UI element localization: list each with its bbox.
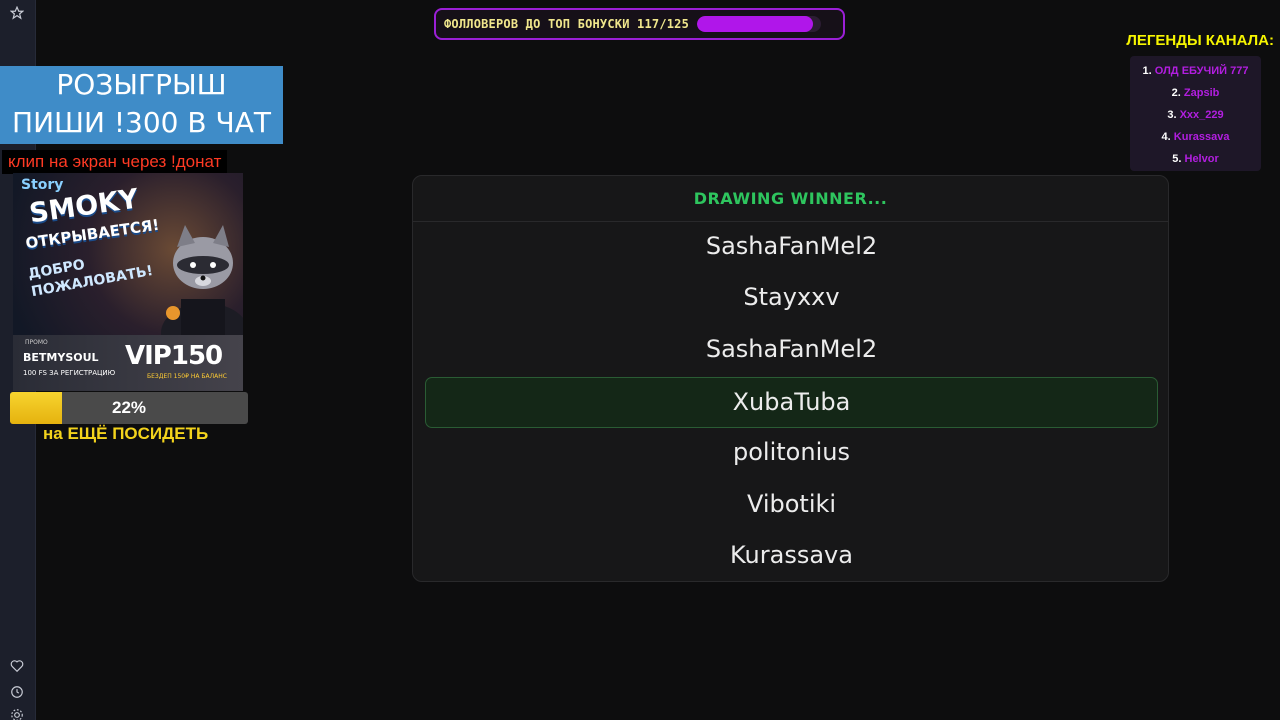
legend-item: 5. Helvor: [1130, 148, 1261, 170]
promo-label: ПРОМО: [25, 339, 48, 346]
legends-title: ЛЕГЕНДЫ КАНАЛА:: [1126, 32, 1274, 49]
winner-entry-selected: XubaTuba: [425, 377, 1158, 428]
follower-progress-track: [697, 16, 822, 32]
winner-entry: Kurassava: [730, 541, 853, 569]
legends-list: 1. ОЛД ЕБУЧИЙ 777 2. Zapsib 3. Xxx_229 4. K…: [1130, 56, 1261, 171]
raccoon-illustration: [161, 225, 243, 353]
winner-draw-panel: DRAWING WINNER... SashaFanMel2 Stayxxv Sas…: [412, 175, 1169, 582]
promo-free-spins: 100 FS ЗА РЕГИСТРАЦИЮ: [23, 369, 116, 377]
promo-code-band: ПРОМО BETMYSOUL 100 FS ЗА РЕГИСТРАЦИЮ VI…: [13, 335, 243, 391]
legend-rank: 3.: [1167, 109, 1177, 121]
giveaway-line-1: РОЗЫГРЫШ: [56, 68, 227, 101]
stay-progress-bar: 22%: [10, 392, 248, 424]
winner-entry: SashaFanMel2: [705, 335, 878, 363]
clip-note: клип на экран через !донат: [2, 150, 228, 174]
legend-rank: 1.: [1142, 65, 1152, 77]
winner-panel-header: DRAWING WINNER...: [413, 176, 1168, 222]
follower-progress-fill: [697, 16, 814, 32]
follower-goal-bar: ФОЛЛОВЕРОВ ДО ТОП БОНУСКИ 117/125: [434, 8, 845, 40]
winner-entry: SashaFanMel2: [705, 232, 878, 260]
winner-entry: politonius: [733, 438, 850, 466]
legend-name: Zapsib: [1183, 87, 1220, 99]
legend-item: 2. Zapsib: [1130, 82, 1261, 104]
legend-name: Kurassava: [1173, 131, 1230, 143]
gear-icon[interactable]: [8, 706, 26, 720]
legend-name: ОЛД ЕБУЧИЙ 777: [1154, 65, 1249, 77]
winner-entry: Vibotiki: [746, 490, 837, 518]
stay-progress-percent: 22%: [111, 398, 147, 417]
legend-rank: 5.: [1172, 153, 1182, 165]
giveaway-banner: РОЗЫГРЫШ ПИШИ !300 В ЧАТ: [0, 66, 283, 144]
legend-item: 4. Kurassava: [1130, 126, 1261, 148]
star-icon[interactable]: [8, 4, 26, 22]
winner-entry: Stayxxv: [743, 283, 840, 311]
legend-name: Helvor: [1184, 153, 1219, 165]
promo-banner: Story SMOKY ОТКРЫВАЕТСЯ! ДОБРО ПОЖАЛОВАТ…: [13, 173, 243, 391]
legend-item: 1. ОЛД ЕБУЧИЙ 777: [1130, 60, 1261, 82]
giveaway-line-2: ПИШИ !300 В ЧАТ: [12, 106, 271, 139]
promo-bonus: БЕЗДЕП 150₽ НА БАЛАНС: [147, 373, 227, 380]
legend-rank: 4.: [1161, 131, 1171, 143]
stay-progress-caption: на ЕЩЁ ПОСИДЕТЬ: [43, 424, 209, 443]
legend-rank: 2.: [1171, 87, 1181, 99]
legend-item: 3. Xxx_229: [1130, 104, 1261, 126]
promo-logo: Story: [21, 177, 64, 193]
heart-icon[interactable]: [8, 657, 26, 675]
clock-icon[interactable]: [8, 683, 26, 701]
promo-code: VIP150: [125, 341, 223, 371]
follower-goal-text: ФОЛЛОВЕРОВ ДО ТОП БОНУСКИ 117/125: [444, 17, 690, 31]
legend-name: Xxx_229: [1179, 109, 1224, 121]
promo-brand: BETMYSOUL: [23, 351, 99, 364]
